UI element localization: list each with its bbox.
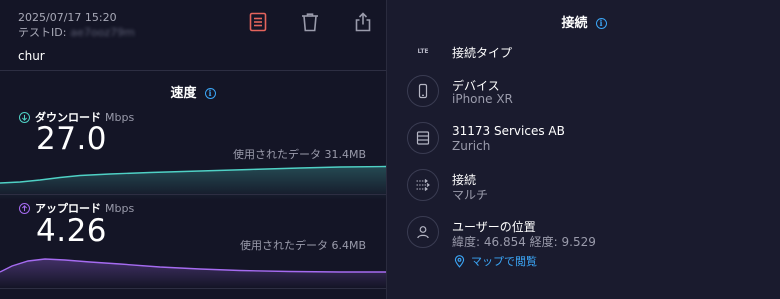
device-icon-wrap (407, 75, 439, 107)
download-arrow-icon (19, 111, 30, 123)
upload-arrow-icon (19, 202, 30, 214)
lte-icon-text: LTE (417, 47, 429, 55)
user-location-coords: 緯度: 46.854 経度: 9.529 (452, 235, 596, 249)
view-map-link[interactable]: マップで閲覧 (453, 253, 537, 269)
connection-info-icon[interactable]: i (595, 17, 607, 29)
test-id-row: テストID: ae7ooz79m (18, 24, 135, 40)
delete-button[interactable] (298, 10, 322, 34)
lte-icon: LTE (407, 35, 439, 67)
upload-speed-graph (0, 258, 386, 288)
speed-title: 速度 (170, 86, 197, 101)
server-title: 31173 Services AB (452, 124, 565, 138)
divider (0, 288, 386, 289)
speed-section-title: 速度 i (0, 82, 386, 101)
divider (0, 70, 386, 71)
connection-panel: 接続 i LTE 接続タイプ デバイス iPhone XR 31173 Servi… (386, 0, 780, 299)
server-icon (416, 131, 430, 145)
view-map-label: マップで閲覧 (471, 255, 537, 268)
connections-icon-wrap (407, 169, 439, 201)
download-unit: Mbps (105, 110, 135, 124)
results-list-button[interactable] (246, 10, 270, 34)
divider (0, 194, 386, 195)
user-location-icon-wrap (407, 216, 439, 248)
speed-info-icon[interactable]: i (204, 87, 216, 99)
download-speed-graph (0, 165, 386, 200)
share-button[interactable] (351, 10, 375, 34)
results-panel: 2025/07/17 15:20 テストID: ae7ooz79m chur 速度… (0, 0, 386, 299)
share-icon (355, 12, 371, 32)
connection-title: 接続 (561, 16, 588, 31)
phone-icon (418, 83, 428, 99)
device-subtitle: iPhone XR (452, 92, 513, 106)
server-subtitle: Zurich (452, 139, 491, 153)
server-name: chur (18, 49, 45, 63)
upload-value: 4.26 (36, 213, 108, 249)
upload-unit: Mbps (105, 201, 135, 215)
test-id-label: テストID: (18, 26, 67, 39)
test-datetime: 2025/07/17 15:20 (18, 11, 117, 24)
connections-subtitle: マルチ (452, 188, 489, 202)
test-id-value: ae7ooz79m (70, 26, 135, 39)
user-location-icon (417, 226, 429, 239)
connections-icon (416, 179, 430, 191)
trash-icon (302, 13, 318, 32)
server-icon-wrap (407, 122, 439, 154)
connection-type-title: 接続タイプ (452, 46, 513, 60)
results-list-icon (249, 12, 267, 32)
connection-section-title: 接続 i (387, 12, 780, 31)
map-pin-icon (454, 254, 465, 268)
